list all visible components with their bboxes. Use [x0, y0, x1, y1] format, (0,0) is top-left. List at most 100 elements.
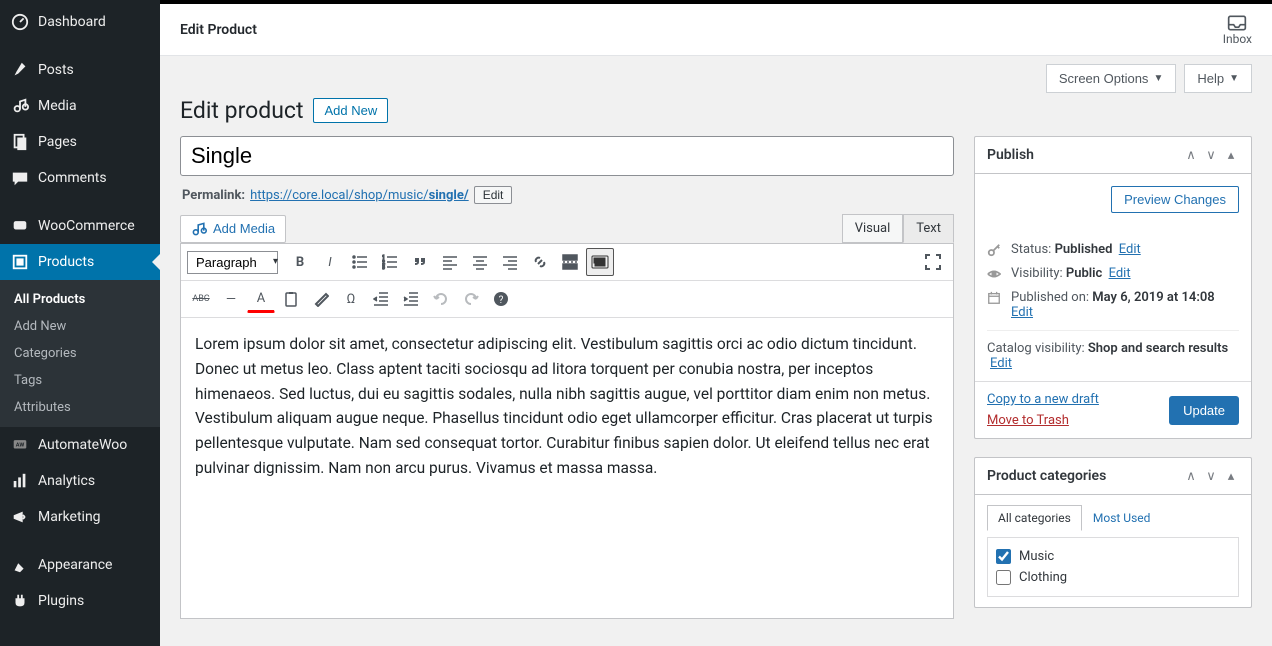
add-new-button[interactable]: Add New: [313, 98, 388, 123]
inbox-label: Inbox: [1223, 32, 1252, 46]
link-button[interactable]: [526, 248, 554, 276]
move-up-icon[interactable]: ∧: [1183, 468, 1199, 484]
analytics-icon: [10, 471, 30, 491]
key-icon: [987, 243, 1003, 259]
sidebar-item-pages[interactable]: Pages: [0, 124, 160, 160]
strikethrough-button[interactable]: ABC: [187, 285, 215, 313]
number-list-button[interactable]: 123: [376, 248, 404, 276]
blockquote-button[interactable]: [406, 248, 434, 276]
catalog-edit-link[interactable]: Edit: [990, 356, 1012, 371]
appearance-icon: [10, 555, 30, 575]
toolbar-toggle-button[interactable]: [586, 248, 614, 276]
move-down-icon[interactable]: ∨: [1203, 468, 1219, 484]
sidebar-label: Marketing: [38, 509, 101, 525]
chevron-down-icon: ▼: [1153, 73, 1163, 84]
align-right-button[interactable]: [496, 248, 524, 276]
publish-title: Publish: [987, 147, 1034, 163]
calendar-icon: [987, 291, 1003, 307]
topbar-title: Edit Product: [180, 22, 257, 38]
sidebar-item-marketing[interactable]: Marketing: [0, 499, 160, 535]
editor-box: Paragraph B I 123: [180, 243, 954, 619]
sidebar-label: Comments: [38, 170, 107, 186]
subitem-categories[interactable]: Categories: [0, 340, 160, 367]
status-edit-link[interactable]: Edit: [1119, 242, 1141, 257]
sidebar-item-analytics[interactable]: Analytics: [0, 463, 160, 499]
paste-text-button[interactable]: [277, 285, 305, 313]
sidebar-item-dashboard[interactable]: Dashboard: [0, 4, 160, 40]
undo-button[interactable]: [427, 285, 455, 313]
editor-tab-visual[interactable]: Visual: [842, 214, 904, 243]
help-button[interactable]: Help ▼: [1184, 64, 1252, 93]
cat-item-music[interactable]: Music: [996, 546, 1230, 567]
preview-changes-button[interactable]: Preview Changes: [1111, 186, 1239, 213]
sidebar-submenu: All Products Add New Categories Tags Att…: [0, 280, 160, 427]
svg-text:?: ?: [499, 295, 504, 306]
help-icon-button[interactable]: ?: [487, 285, 515, 313]
bold-button[interactable]: B: [286, 248, 314, 276]
sidebar-label: Plugins: [38, 593, 84, 609]
permalink-edit-button[interactable]: Edit: [474, 186, 513, 204]
permalink-link[interactable]: https://core.local/shop/music/single/: [250, 188, 469, 203]
sidebar-item-plugins[interactable]: Plugins: [0, 583, 160, 619]
subitem-all-products[interactable]: All Products: [0, 286, 160, 313]
sidebar-item-woocommerce[interactable]: WooCommerce: [0, 208, 160, 244]
published-edit-link[interactable]: Edit: [1011, 305, 1033, 320]
fullscreen-button[interactable]: [919, 248, 947, 276]
cat-item-clothing[interactable]: Clothing: [996, 567, 1230, 588]
categories-title: Product categories: [987, 468, 1106, 484]
cat-tab-most-used[interactable]: Most Used: [1082, 505, 1162, 531]
topbar: Edit Product Inbox: [160, 0, 1272, 56]
sidebar-label: Analytics: [38, 473, 95, 489]
sidebar-item-automatewoo[interactable]: AW AutomateWoo: [0, 427, 160, 463]
special-char-button[interactable]: Ω: [337, 285, 365, 313]
plugins-icon: [10, 591, 30, 611]
media-icon: [191, 221, 207, 237]
sidebar-label: Posts: [38, 62, 74, 78]
move-down-icon[interactable]: ∨: [1203, 147, 1219, 163]
svg-text:3: 3: [382, 265, 385, 270]
format-select[interactable]: Paragraph: [187, 251, 278, 274]
visibility-edit-link[interactable]: Edit: [1109, 266, 1131, 281]
align-left-button[interactable]: [436, 248, 464, 276]
cat-checkbox[interactable]: [996, 570, 1011, 585]
indent-button[interactable]: [397, 285, 425, 313]
svg-text:AW: AW: [16, 442, 25, 448]
sidebar-label: Appearance: [38, 557, 112, 573]
subitem-tags[interactable]: Tags: [0, 367, 160, 394]
outdent-button[interactable]: [367, 285, 395, 313]
read-more-button[interactable]: [556, 248, 584, 276]
inbox-button[interactable]: Inbox: [1223, 14, 1252, 46]
sidebar-item-comments[interactable]: Comments: [0, 160, 160, 196]
cat-checkbox[interactable]: [996, 549, 1011, 564]
sidebar-item-appearance[interactable]: Appearance: [0, 547, 160, 583]
toggle-icon[interactable]: ▴: [1223, 468, 1239, 484]
screen-options-button[interactable]: Screen Options ▼: [1046, 64, 1177, 93]
move-up-icon[interactable]: ∧: [1183, 147, 1199, 163]
sidebar-item-media[interactable]: Media: [0, 88, 160, 124]
admin-sidebar: Dashboard Posts Media Pages Comments Woo…: [0, 0, 160, 646]
editor-tab-text[interactable]: Text: [903, 214, 954, 243]
align-center-button[interactable]: [466, 248, 494, 276]
marketing-icon: [10, 507, 30, 527]
redo-button[interactable]: [457, 285, 485, 313]
hr-button[interactable]: —: [217, 285, 245, 313]
pages-icon: [10, 132, 30, 152]
subitem-add-new[interactable]: Add New: [0, 313, 160, 340]
update-button[interactable]: Update: [1169, 396, 1239, 425]
subitem-attributes[interactable]: Attributes: [0, 394, 160, 421]
toggle-icon[interactable]: ▴: [1223, 147, 1239, 163]
text-color-button[interactable]: A: [247, 285, 275, 313]
italic-button[interactable]: I: [316, 248, 344, 276]
move-trash-link[interactable]: Move to Trash: [987, 413, 1099, 428]
clear-format-button[interactable]: [307, 285, 335, 313]
cat-tab-all[interactable]: All categories: [987, 505, 1082, 531]
sidebar-label: Dashboard: [38, 14, 106, 30]
comments-icon: [10, 168, 30, 188]
add-media-button[interactable]: Add Media: [180, 215, 286, 243]
bullet-list-button[interactable]: [346, 248, 374, 276]
sidebar-item-products[interactable]: Products: [0, 244, 160, 280]
product-title-input[interactable]: [180, 136, 954, 176]
copy-draft-link[interactable]: Copy to a new draft: [987, 392, 1099, 407]
sidebar-item-posts[interactable]: Posts: [0, 52, 160, 88]
editor-content[interactable]: Lorem ipsum dolor sit amet, consectetur …: [181, 318, 953, 618]
